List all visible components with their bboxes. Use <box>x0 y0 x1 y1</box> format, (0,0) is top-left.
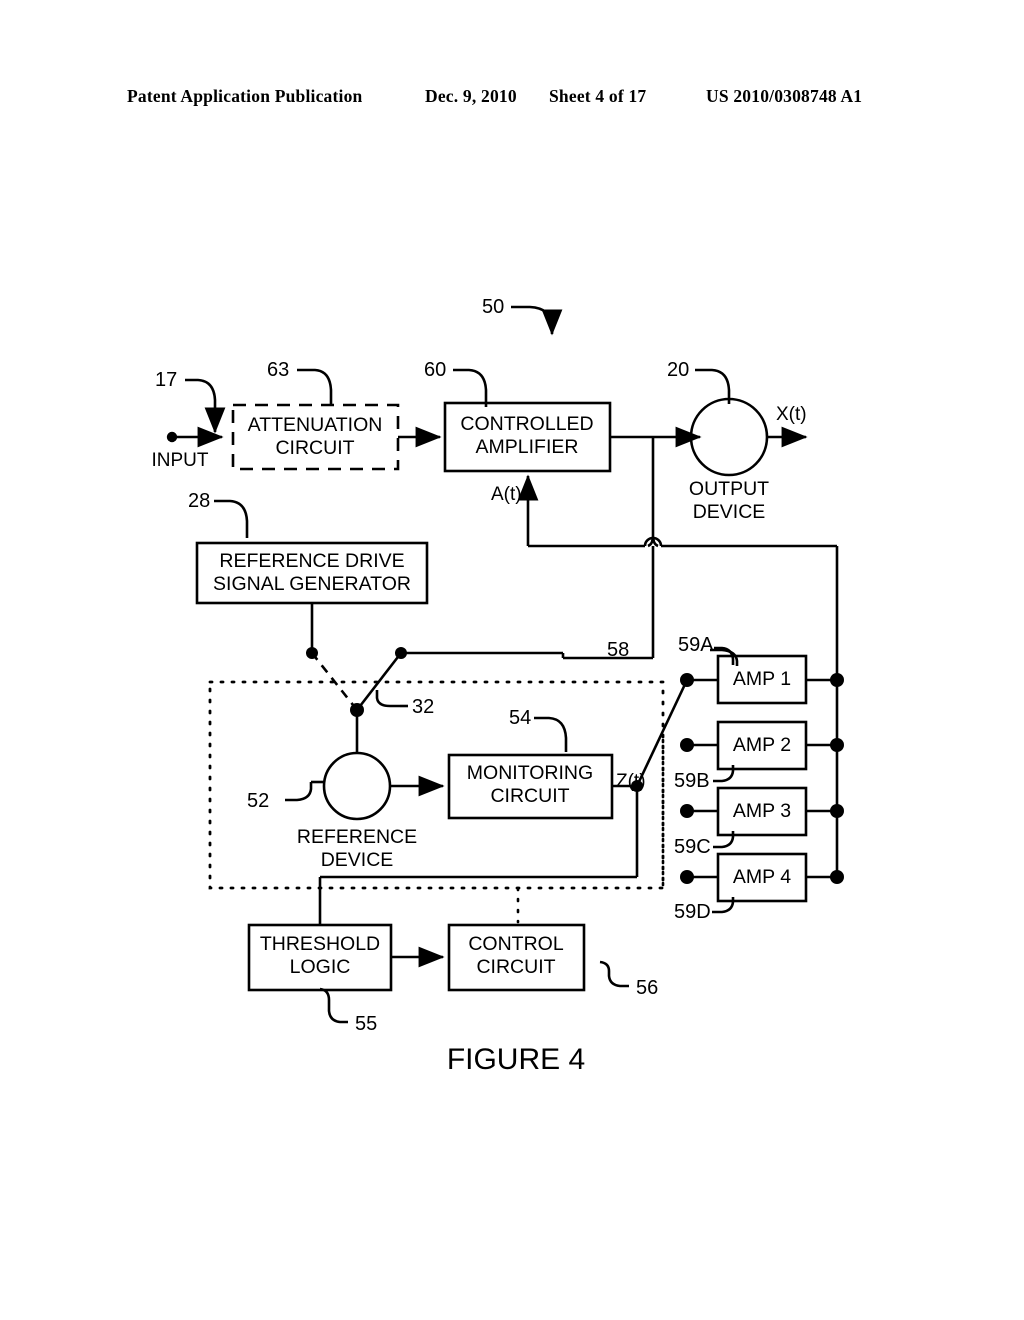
text-amp-3: AMP 3 <box>732 800 792 822</box>
leader-54 <box>534 716 568 752</box>
ref-20: 20 <box>667 359 690 381</box>
leader-63 <box>297 368 333 406</box>
ref-55: 55 <box>355 1013 378 1035</box>
label-input: INPUT <box>151 450 209 471</box>
label-xt: X(t) <box>776 404 807 425</box>
leader-32 <box>375 690 400 708</box>
text-amp-4: AMP 4 <box>732 866 792 888</box>
circle-output-device <box>689 397 769 477</box>
leader-28 <box>214 499 249 538</box>
label-zt: Z(t) <box>616 771 646 792</box>
ref-59C: 59C <box>674 836 711 858</box>
ref-52: 52 <box>247 790 270 812</box>
text-threshold-logic: THRESHOLD LOGIC <box>259 933 381 978</box>
ref-58: 58 <box>607 639 630 661</box>
leader-52 <box>285 782 313 802</box>
ref-54: 54 <box>509 707 532 729</box>
label-at: A(t) <box>491 484 522 505</box>
text-amp-1: AMP 1 <box>732 668 792 690</box>
ref-56: 56 <box>636 977 659 999</box>
ref-60: 60 <box>424 359 447 381</box>
leader-55 <box>319 987 348 1024</box>
leader-59D <box>712 897 735 914</box>
text-output-device: OUTPUT DEVICE <box>688 478 770 523</box>
leader-17 <box>185 378 226 434</box>
text-amp-2: AMP 2 <box>732 734 792 756</box>
ref-59B: 59B <box>674 770 710 792</box>
leader-56 <box>599 960 629 988</box>
leader-59B <box>713 765 735 783</box>
ref-28: 28 <box>188 490 211 512</box>
figure-caption: FIGURE 4 <box>446 1043 586 1076</box>
figure-vector-layer <box>166 305 844 1024</box>
ref-59A: 59A <box>678 634 714 656</box>
text-attenuation-circuit: ATTENUATION CIRCUIT <box>247 414 383 459</box>
ref-17: 17 <box>155 369 178 391</box>
leader-60 <box>453 368 488 407</box>
text-monitoring-circuit: MONITORING CIRCUIT <box>466 762 594 807</box>
patent-figure-4: 50 17 63 60 20 28 32 54 52 58 59A 59B 59… <box>0 0 1024 1320</box>
ref-50: 50 <box>482 296 505 318</box>
text-reference-drive-signal-generator: REFERENCE DRIVE SIGNAL GENERATOR <box>213 550 411 595</box>
circle-reference-device <box>322 751 392 821</box>
text-reference-device: REFERENCE DEVICE <box>296 826 418 871</box>
text-control-circuit: CONTROL CIRCUIT <box>468 933 564 978</box>
text-controlled-amplifier: CONTROLLED AMPLIFIER <box>460 413 594 458</box>
ref-32: 32 <box>412 696 435 718</box>
ref-63: 63 <box>267 359 290 381</box>
ref-59D: 59D <box>674 901 711 923</box>
leader-50 <box>511 305 563 336</box>
leader-59C <box>713 831 735 849</box>
